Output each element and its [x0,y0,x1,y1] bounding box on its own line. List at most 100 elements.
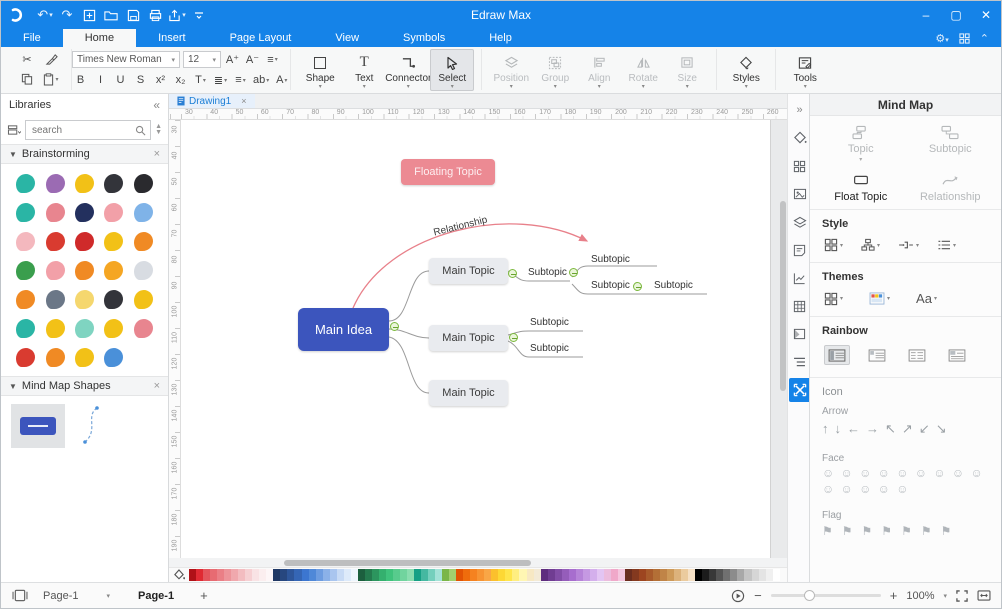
question-bubbles-shape[interactable] [40,259,69,281]
color-swatch[interactable] [238,569,245,581]
main-idea-shape-thumbnail[interactable] [11,404,65,448]
color-swatch[interactable] [407,569,414,581]
question-mark-shape[interactable] [40,346,69,368]
shape-library-icon[interactable] [789,154,811,178]
rainbow-option-4[interactable] [944,345,970,365]
color-swatch[interactable] [365,569,372,581]
sun-burst-shape[interactable] [99,259,128,281]
subtopic-node[interactable]: Subtopic [591,280,630,291]
color-swatch[interactable] [414,569,421,581]
color-swatch[interactable] [477,569,484,581]
head-brain-purple-shape[interactable] [40,172,69,194]
subtopic-node[interactable]: Subtopic [530,317,569,328]
color-swatch[interactable] [576,569,583,581]
color-swatch[interactable] [667,569,674,581]
theme-color-option[interactable]: ▾ [869,292,890,305]
face-icon[interactable]: ☺ [859,466,878,480]
open-button[interactable] [101,5,121,25]
rainbow-option-3[interactable] [904,345,930,365]
color-swatch[interactable] [252,569,259,581]
paint-palette-shape[interactable] [129,317,158,339]
head-silhouette-brain-shape[interactable] [99,172,128,194]
format-x²-button[interactable]: x² [152,72,169,88]
bulb-brain-shape[interactable] [40,317,69,339]
expand-panel-icon[interactable]: » [789,98,811,122]
float-topic-button[interactable]: Float Topic [816,172,906,203]
page-view-icon[interactable] [11,589,29,602]
color-swatch[interactable] [273,569,280,581]
flag-icon[interactable]: ⚑ [921,524,932,538]
collapse-button[interactable] [390,322,399,331]
color-swatch[interactable] [534,569,541,581]
flag-icon[interactable]: ⚑ [901,524,912,538]
layout-option[interactable]: ▾ [861,238,880,252]
main-idea-node[interactable]: Main Idea [298,308,389,351]
redo-button[interactable]: ↷ [57,5,77,25]
gear-wand-shape[interactable] [99,230,128,252]
theme-gallery-option[interactable]: ▾ [824,292,843,306]
format-u-button[interactable]: U [112,72,129,88]
vertical-scrollbar[interactable] [780,201,786,391]
callout-arrow-shape[interactable] [70,346,99,368]
brain-light-shape[interactable] [11,230,40,252]
drawing-tab[interactable]: Drawing1 × [169,94,255,108]
bulb-gears-shape[interactable] [129,288,158,310]
face-icon[interactable]: ☺ [933,466,952,480]
styles-button[interactable]: Styles▾ [724,50,768,90]
chart-icon[interactable] [789,266,811,290]
color-swatch[interactable] [470,569,477,581]
color-swatch[interactable] [681,569,688,581]
color-swatch[interactable] [491,569,498,581]
connector-style-option[interactable]: ▾ [898,239,919,251]
arrow-icon[interactable]: ↑ [822,421,829,437]
add-page-button[interactable]: + [200,588,208,603]
search-input[interactable] [30,124,135,137]
collapse-button[interactable] [509,333,518,342]
color-swatch[interactable] [555,569,562,581]
color-swatch[interactable] [730,569,737,581]
main-topic-node[interactable]: Main Topic [429,258,508,284]
color-swatch[interactable] [723,569,730,581]
copy-button[interactable] [19,71,36,87]
new-document-button[interactable] [79,5,99,25]
brain-pink-shape[interactable] [99,201,128,223]
color-swatch[interactable] [695,569,702,581]
text-button[interactable]: T Text▾ [342,50,386,90]
color-swatch[interactable] [245,569,252,581]
subtopic-node[interactable]: Subtopic [530,343,569,354]
face-icon[interactable]: ☺ [896,466,915,480]
face-icon[interactable]: ☺ [841,482,860,496]
flag-icon[interactable]: ⚑ [822,524,833,538]
color-swatch[interactable] [604,569,611,581]
format-painter-button[interactable] [43,51,60,67]
fit-window-icon[interactable] [977,590,991,601]
color-swatch[interactable] [379,569,386,581]
color-swatch[interactable] [463,569,470,581]
color-swatch[interactable] [541,569,548,581]
color-swatch[interactable] [505,569,512,581]
format-≡-button[interactable]: ≡▾ [232,72,249,88]
color-swatch[interactable] [759,569,766,581]
color-swatch[interactable] [372,569,379,581]
color-swatch[interactable] [527,569,534,581]
style-gallery-option[interactable]: ▾ [824,238,843,252]
color-swatch[interactable] [280,569,287,581]
shrink-font-button[interactable]: A⁻ [244,52,261,68]
color-swatch[interactable] [688,569,695,581]
color-swatch[interactable] [597,569,604,581]
color-swatch[interactable] [330,569,337,581]
color-swatch[interactable] [512,569,519,581]
print-button[interactable] [145,5,165,25]
bulb-gears-teal-shape[interactable] [11,317,40,339]
menu-tab-file[interactable]: File [1,29,63,47]
face-icon[interactable]: ☺ [841,466,860,480]
save-button[interactable] [123,5,143,25]
close-button[interactable]: ✕ [971,1,1001,29]
notes-board-shape[interactable] [129,259,158,281]
head-pencil-shape[interactable] [40,201,69,223]
table-icon[interactable] [789,294,811,318]
notepad-pencil-shape[interactable] [70,288,99,310]
brainstorming-section-header[interactable]: ▼ Brainstorming × [1,144,168,164]
color-swatch[interactable] [386,569,393,581]
face-icon[interactable]: ☺ [915,466,934,480]
